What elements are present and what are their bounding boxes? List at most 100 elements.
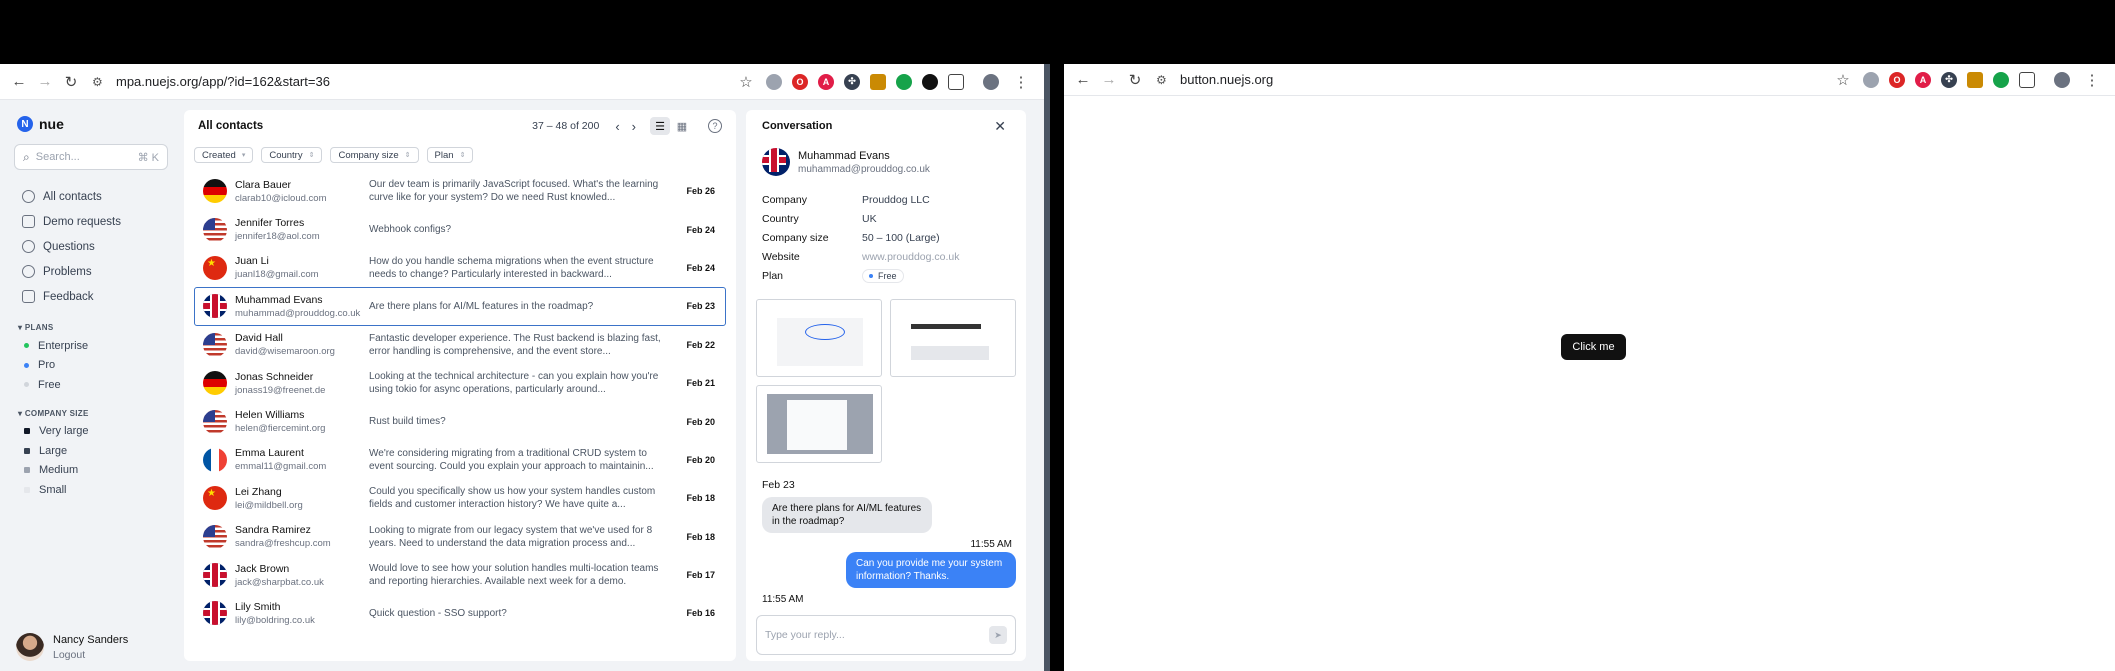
black-extension-icon[interactable] — [922, 73, 938, 90]
contact-name: Jonas Schneider — [235, 370, 314, 383]
extensions-icon[interactable] — [948, 73, 964, 90]
table-row[interactable]: Helen Williams helen@fiercemint.org Rust b… — [194, 402, 726, 440]
grid-view-icon[interactable]: ▦ — [672, 117, 692, 135]
profile-avatar-icon[interactable] — [2054, 71, 2070, 88]
table-row[interactable]: Clara Bauer clarab10@icloud.com Our dev te… — [194, 172, 726, 210]
opera-extension-icon[interactable]: O — [1889, 71, 1905, 88]
prev-page-icon[interactable]: ‹ — [615, 119, 619, 134]
window-divider[interactable] — [1044, 64, 1050, 671]
message-preview: Would love to see how your solution hand… — [369, 563, 659, 588]
attachment-thumbnail[interactable] — [756, 385, 882, 463]
plans-section-title[interactable]: ▾ PLANS — [18, 323, 168, 332]
contact-email: sandra@freshcup.com — [235, 538, 331, 550]
chat-extension-icon[interactable] — [896, 73, 912, 90]
table-row[interactable]: Jack Brown jack@sharpbat.co.uk Would love … — [194, 556, 726, 594]
reload-icon[interactable]: ↻ — [60, 71, 82, 93]
table-row[interactable]: Lily Smith lily@boldring.co.uk Quick quest… — [194, 594, 726, 632]
filter-country[interactable]: Country ⇕ — [261, 147, 323, 163]
search-input[interactable]: ⌕ Search... ⌘ K — [14, 144, 168, 170]
site-info-icon[interactable]: ⚙ — [1156, 73, 1174, 87]
filter-company-size[interactable]: Company size ⇕ — [330, 147, 419, 163]
attachment-thumbnail[interactable] — [756, 299, 882, 377]
message-date: Feb 22 — [686, 339, 715, 350]
country-flag-icon — [203, 217, 227, 242]
size-marker — [24, 447, 30, 454]
profile-avatar-icon[interactable] — [983, 73, 999, 90]
opera-extension-icon[interactable]: O — [792, 73, 808, 90]
plan-filter-enterprise[interactable]: Enterprise — [14, 336, 168, 356]
size-filter-very-large[interactable]: Very large — [14, 422, 168, 442]
sidebar-item-questions[interactable]: Questions — [14, 234, 168, 259]
logo[interactable]: N nue — [17, 116, 168, 132]
sidebar-item-all-contacts[interactable]: All contacts — [14, 184, 168, 209]
sidebar-item-problems[interactable]: Problems — [14, 259, 168, 284]
info-value: 50 – 100 (Large) — [862, 231, 940, 244]
sidebar-item-feedback[interactable]: Feedback — [14, 284, 168, 309]
filter-plan[interactable]: Plan ⇕ — [426, 147, 474, 163]
message-date: Feb 17 — [686, 570, 715, 581]
plan-dot — [24, 362, 29, 368]
back-icon[interactable]: ← — [1072, 69, 1094, 91]
back-icon[interactable]: ← — [8, 71, 30, 93]
table-row[interactable]: Juan Lijuanl18@gmail.com How do you handl… — [194, 249, 726, 287]
logout-link[interactable]: Logout — [53, 649, 128, 661]
country-flag-icon — [203, 255, 227, 280]
plan-filter-free[interactable]: Free — [14, 375, 168, 395]
table-row[interactable]: Jennifer Torres jennifer18@aol.com Webhook… — [194, 210, 726, 248]
contact-email: jennifer18@aol.com — [235, 231, 320, 243]
table-row[interactable]: David Hall david@wisemaroon.org Fantastic … — [194, 326, 726, 364]
table-row[interactable]: Jonas Schneider jonass19@freenet.de Lookin… — [194, 364, 726, 402]
bookmark-star-icon[interactable]: ☆ — [1832, 69, 1854, 91]
user-name: Nancy Sanders — [53, 633, 129, 646]
site-info-icon[interactable]: ⚙ — [92, 75, 110, 89]
url-input[interactable]: mpa.nuejs.org/app/?id=162&start=36 — [116, 74, 735, 89]
message-day: Feb 23 — [762, 479, 795, 491]
table-row[interactable]: Muhammad Evans muhammad@prouddog.co.uk Are… — [194, 287, 726, 326]
help-icon[interactable]: ? — [708, 119, 722, 133]
message-preview: We're considering migrating from a tradi… — [369, 447, 654, 472]
contact-email: jonass19@freenet.de — [235, 384, 326, 396]
camera-extension-icon[interactable] — [766, 73, 782, 90]
click-me-button[interactable]: Click me — [1561, 334, 1626, 360]
puzzle-yellow-extension-icon[interactable] — [870, 73, 886, 90]
nue-app: N nue ⌕ Search... ⌘ K All contacts Demo … — [0, 100, 1044, 671]
adblock-extension-icon[interactable]: A — [1915, 71, 1931, 88]
message-date: Feb 21 — [686, 378, 715, 389]
list-view-icon[interactable]: ☰ — [650, 117, 670, 135]
reload-icon[interactable]: ↻ — [1124, 69, 1146, 91]
send-icon[interactable]: ➤ — [989, 626, 1007, 644]
next-page-icon[interactable]: › — [632, 119, 636, 134]
camera-extension-icon[interactable] — [1863, 71, 1879, 88]
table-row[interactable]: Emma Laurent emmal11@gmail.com We're consi… — [194, 441, 726, 479]
size-filter-medium[interactable]: Medium — [14, 461, 168, 481]
kebab-menu-icon[interactable]: ⋮ — [2081, 69, 2103, 91]
hazard-extension-icon[interactable]: ✣ — [1941, 71, 1957, 88]
search-placeholder: Search... — [35, 151, 80, 163]
plan-filter-pro[interactable]: Pro — [14, 356, 168, 376]
website-link[interactable]: www.prouddog.co.uk — [862, 251, 959, 263]
attachment-thumbnail[interactable] — [890, 299, 1016, 377]
puzzle-yellow-extension-icon[interactable] — [1967, 71, 1983, 88]
close-icon[interactable]: ✕ — [994, 118, 1006, 135]
size-filter-small[interactable]: Small — [14, 480, 168, 500]
size-marker — [24, 486, 30, 493]
chat-extension-icon[interactable] — [1993, 71, 2009, 88]
kebab-menu-icon[interactable]: ⋮ — [1010, 71, 1032, 93]
bookmark-star-icon[interactable]: ☆ — [735, 71, 757, 93]
table-row[interactable]: Lei Zhanglei@mildbell.org Could you speci… — [194, 479, 726, 517]
size-filter-large[interactable]: Large — [14, 441, 168, 461]
avatar[interactable] — [16, 633, 44, 661]
table-row[interactable]: Sandra Ramirez sandra@freshcup.com Looking… — [194, 518, 726, 556]
extensions-icon[interactable] — [2019, 71, 2035, 88]
sidebar-item-demo-requests[interactable]: Demo requests — [14, 209, 168, 234]
reply-input[interactable]: Type your reply... ➤ — [756, 615, 1016, 655]
url-input[interactable]: button.nuejs.org — [1180, 72, 1832, 87]
company-size-section-title[interactable]: ▾ COMPANY SIZE — [18, 409, 168, 418]
contact-email: lily@boldring.co.uk — [235, 614, 315, 626]
forward-icon[interactable]: → — [34, 71, 56, 93]
adblock-extension-icon[interactable]: A — [818, 73, 834, 90]
forward-icon[interactable]: → — [1098, 69, 1120, 91]
hazard-extension-icon[interactable]: ✣ — [844, 73, 860, 90]
filter-created[interactable]: Created ▾ — [194, 147, 254, 163]
contact-email: juanl18@gmail.com — [235, 269, 319, 281]
